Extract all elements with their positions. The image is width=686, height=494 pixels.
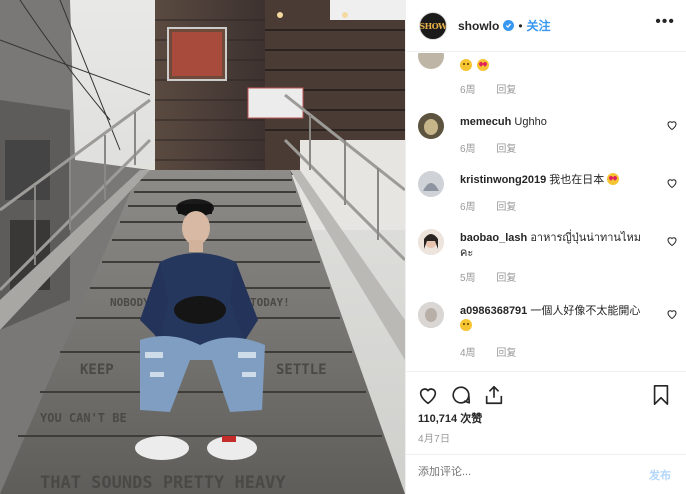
reply-button[interactable]: 回复 <box>496 273 516 284</box>
comment-username[interactable]: a0986368791 <box>460 305 527 317</box>
post-side-panel: SHOW showlo • 关注 ••• 6周 回复 memecuh Ughho… <box>405 0 686 494</box>
commenter-avatar[interactable] <box>418 171 444 197</box>
stair-text-heavy: THAT SOUNDS PRETTY HEAVY <box>40 473 286 493</box>
commenter-avatar[interactable] <box>418 229 444 255</box>
reply-button[interactable]: 回复 <box>496 144 516 155</box>
comment-text: memecuh Ughho <box>460 115 650 130</box>
heart-icon[interactable] <box>666 119 678 131</box>
comment-username[interactable]: baobao_lash <box>460 232 527 244</box>
comment-time: 6周 <box>460 85 476 96</box>
username[interactable]: showlo <box>458 19 499 33</box>
commenter-avatar[interactable] <box>418 53 444 69</box>
like-count[interactable]: 110,714 次赞 <box>418 410 482 426</box>
comment-body: 我也在日本 <box>549 174 605 186</box>
post-header: SHOW showlo • 关注 ••• <box>406 0 686 52</box>
add-comment-bar: 发布 <box>406 454 686 494</box>
comment-meta: 6周 回复 <box>460 140 534 155</box>
commenter-avatar[interactable] <box>418 113 444 139</box>
reply-button[interactable]: 回复 <box>496 348 516 359</box>
separator-dot: • <box>518 18 523 33</box>
comment-text: baobao_lash อาหารญี่ปุ่นน่าทานไหมคะ <box>460 231 650 261</box>
comment-input[interactable] <box>418 466 618 478</box>
stair-text-today: TODAY! <box>250 296 290 309</box>
heart-icon[interactable] <box>666 235 678 247</box>
post-comment-button[interactable]: 发布 <box>649 467 671 483</box>
stair-text-keep: KEEP <box>80 362 114 378</box>
reply-button[interactable]: 回复 <box>496 85 516 96</box>
sad-face-emoji-icon <box>460 319 472 331</box>
comment-meta: 4周 回复 <box>460 344 534 359</box>
comment-body: Ughho <box>514 116 547 128</box>
heart-eyes-emoji-icon <box>607 173 620 185</box>
comment-time: 6周 <box>460 202 476 213</box>
comments-list[interactable]: 6周 回复 memecuh Ughho 6周 回复 kristinwong201… <box>406 53 686 371</box>
stair-text-settle: SETTLE <box>276 362 327 378</box>
more-options-icon[interactable]: ••• <box>655 14 675 30</box>
post-date[interactable]: 4月7日 <box>418 430 450 445</box>
stair-text-you-cant-be: YOU CAN'T BE <box>40 411 127 425</box>
avatar[interactable]: SHOW <box>419 11 447 40</box>
comment-icon[interactable] <box>450 384 472 406</box>
heart-icon[interactable] <box>417 384 439 406</box>
commenter-avatar[interactable] <box>418 302 444 328</box>
comment-meta: 5周 回复 <box>460 269 534 284</box>
sad-face-emoji-icon <box>460 59 472 71</box>
comment-time: 5周 <box>460 273 476 284</box>
follow-button[interactable]: 关注 <box>527 17 551 34</box>
heart-eyes-emoji-icon <box>477 59 490 71</box>
comment-body: 一個人好像不太能開心 <box>530 305 641 317</box>
comment-time: 4周 <box>460 348 476 359</box>
comment-text <box>460 59 650 74</box>
stairs-photo-image: NOBODY TODAY! KEEP SETTLE YOU CAN'T BE T… <box>0 0 405 494</box>
bookmark-icon[interactable] <box>651 384 671 406</box>
heart-icon[interactable] <box>666 308 678 320</box>
reply-button[interactable]: 回复 <box>496 202 516 213</box>
comment-username[interactable]: kristinwong2019 <box>460 174 546 186</box>
comment-text: a0986368791 一個人好像不太能開心 <box>460 304 650 334</box>
comment-time: 6周 <box>460 144 476 155</box>
post-photo[interactable]: NOBODY TODAY! KEEP SETTLE YOU CAN'T BE T… <box>0 0 405 494</box>
comment-meta: 6周 回复 <box>460 198 534 213</box>
stair-text-nobody: NOBODY <box>110 296 150 309</box>
share-icon[interactable] <box>483 384 505 406</box>
heart-icon[interactable] <box>666 177 678 189</box>
avatar-logo-text: SHOW <box>419 20 447 31</box>
comment-text: kristinwong2019 我也在日本 <box>460 173 650 188</box>
comment-meta: 6周 回复 <box>460 81 534 96</box>
comment-username[interactable]: memecuh <box>460 116 511 128</box>
verified-badge-icon <box>503 20 515 31</box>
